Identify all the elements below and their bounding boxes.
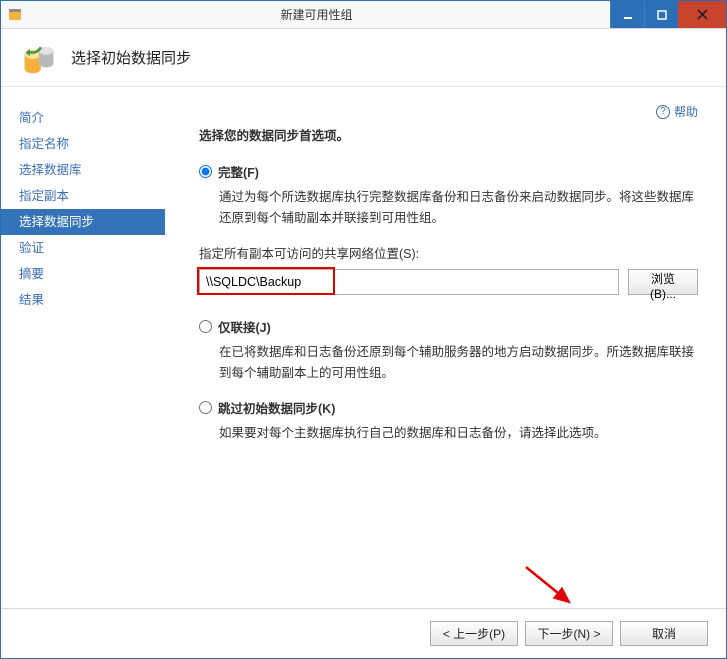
sidebar-item-validation[interactable]: 验证 (1, 235, 165, 261)
option-full-desc: 通过为每个所选数据库执行完整数据库备份和日志备份来启动数据同步。将这些数据库还原… (199, 187, 698, 230)
page-title: 选择初始数据同步 (71, 47, 191, 68)
cancel-button[interactable]: 取消 (620, 621, 708, 646)
sidebar-item-specify-name[interactable]: 指定名称 (1, 131, 165, 157)
option-full-label: 完整(F) (218, 162, 259, 181)
option-join-row[interactable]: 仅联接(J) (199, 317, 698, 336)
wizard-footer: < 上一步(P) 下一步(N) > 取消 (1, 608, 726, 658)
help-icon: ? (656, 105, 670, 119)
sidebar-item-specify-replicas[interactable]: 指定副本 (1, 183, 165, 209)
next-button[interactable]: 下一步(N) > (525, 621, 613, 646)
section-lead: 选择您的数据同步首选项。 (199, 125, 698, 144)
option-skip-label: 跳过初始数据同步(K) (218, 398, 335, 417)
sidebar-item-select-data-sync[interactable]: 选择数据同步 (1, 209, 165, 235)
titlebar: 新建可用性组 (1, 1, 726, 29)
sync-icon (21, 40, 57, 76)
minimize-button[interactable] (610, 1, 644, 28)
share-location-highlight (199, 269, 619, 295)
wizard-sidebar: 简介 指定名称 选择数据库 指定副本 选择数据同步 验证 摘要 结果 (1, 87, 165, 608)
option-join-desc: 在已将数据库和日志备份还原到每个辅助服务器的地方启动数据同步。所选数据库联接到每… (199, 342, 698, 385)
maximize-button[interactable] (644, 1, 678, 28)
browse-button[interactable]: 浏览(B)... (628, 269, 698, 295)
wizard-window: 新建可用性组 选择初始数据同步 简介 指定名称 选择数据库 (0, 0, 727, 659)
option-full-radio[interactable] (199, 165, 212, 178)
window-controls (610, 1, 726, 28)
sidebar-item-results[interactable]: 结果 (1, 287, 165, 313)
share-location-input[interactable] (199, 269, 619, 295)
option-skip-desc: 如果要对每个主数据库执行自己的数据库和日志备份，请选择此选项。 (199, 423, 698, 444)
sidebar-item-select-databases[interactable]: 选择数据库 (1, 157, 165, 183)
prev-button[interactable]: < 上一步(P) (430, 621, 518, 646)
option-join-label: 仅联接(J) (218, 317, 271, 336)
close-button[interactable] (678, 1, 726, 28)
help-label: 帮助 (674, 103, 698, 120)
option-skip-radio[interactable] (199, 401, 212, 414)
wizard-header: 选择初始数据同步 (1, 29, 726, 87)
share-location-row: 浏览(B)... (199, 269, 698, 295)
option-full-row[interactable]: 完整(F) (199, 162, 698, 181)
sidebar-item-intro[interactable]: 简介 (1, 105, 165, 131)
option-join-radio[interactable] (199, 320, 212, 333)
option-skip-row[interactable]: 跳过初始数据同步(K) (199, 398, 698, 417)
app-icon (7, 7, 23, 23)
sidebar-item-summary[interactable]: 摘要 (1, 261, 165, 287)
wizard-content: ? 帮助 选择您的数据同步首选项。 完整(F) 通过为每个所选数据库执行完整数据… (165, 87, 726, 608)
window-title: 新建可用性组 (23, 6, 610, 23)
share-location-label: 指定所有副本可访问的共享网络位置(S): (199, 244, 698, 265)
wizard-body: 简介 指定名称 选择数据库 指定副本 选择数据同步 验证 摘要 结果 ? 帮助 … (1, 87, 726, 608)
help-link[interactable]: ? 帮助 (656, 103, 698, 120)
